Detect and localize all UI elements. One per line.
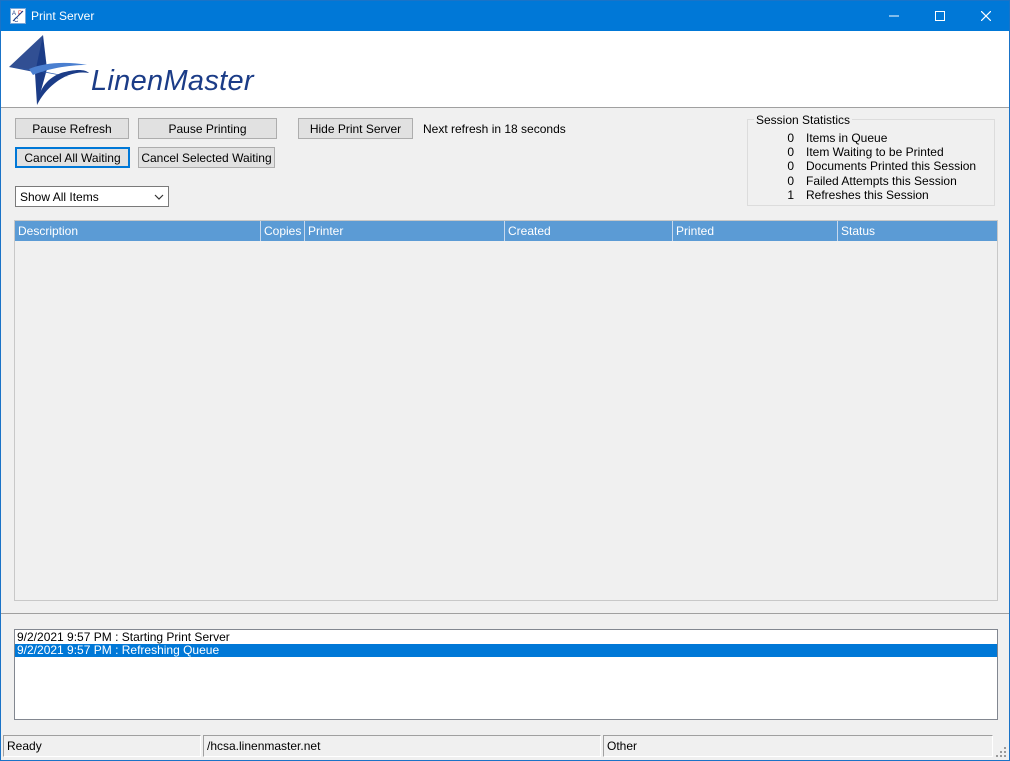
minimize-button[interactable] (871, 1, 917, 31)
stat-label: Refreshes this Session (806, 188, 929, 202)
item-filter-value: Show All Items (20, 190, 99, 204)
column-header-description[interactable]: Description (15, 221, 261, 241)
minimize-icon (889, 15, 899, 17)
title-bar[interactable]: A P C Print Server (1, 1, 1009, 31)
stat-value: 0 (787, 159, 794, 173)
column-header-created[interactable]: Created (505, 221, 673, 241)
stat-label: Failed Attempts this Session (806, 174, 957, 188)
pause-refresh-button[interactable]: Pause Refresh (15, 118, 129, 139)
stat-value: 0 (787, 174, 794, 188)
grid-header: Description Copies Printer Created Print… (15, 221, 997, 241)
status-ready: Ready (3, 735, 201, 757)
svg-text:A: A (12, 11, 16, 17)
refresh-countdown: Next refresh in 18 seconds (423, 122, 566, 136)
stat-label: Documents Printed this Session (806, 159, 977, 173)
hide-print-server-button[interactable]: Hide Print Server (298, 118, 413, 139)
stat-row: 0 Failed Attempts this Session (748, 174, 996, 188)
column-header-printer[interactable]: Printer (305, 221, 505, 241)
stat-label: Items in Queue (806, 131, 888, 145)
close-icon (981, 11, 991, 21)
stat-row: 0 Item Waiting to be Printed (748, 145, 996, 159)
stat-row: 1 Refreshes this Session (748, 188, 996, 202)
panel-splitter[interactable] (1, 613, 1009, 616)
status-other: Other (603, 735, 993, 757)
window-title: Print Server (31, 9, 95, 23)
stat-row: 0 Items in Queue (748, 131, 996, 145)
print-server-window: A P C Print Server LinenMaster Pause Ref (0, 0, 1010, 761)
brand-name: LinenMaster (91, 65, 254, 97)
item-filter-select[interactable]: Show All Items (15, 186, 169, 207)
column-header-copies[interactable]: Copies (261, 221, 305, 241)
maximize-icon (935, 11, 945, 21)
status-server: /hcsa.linenmaster.net (203, 735, 601, 757)
stat-value: 0 (787, 131, 794, 145)
cancel-all-waiting-button[interactable]: Cancel All Waiting (15, 147, 130, 168)
stat-label: Item Waiting to be Printed (806, 145, 944, 159)
star-logo-icon (9, 35, 89, 105)
session-statistics-title: Session Statistics (754, 113, 853, 127)
maximize-button[interactable] (917, 1, 963, 31)
log-entry-selected[interactable]: 9/2/2021 9:57 PM : Refreshing Queue (15, 644, 997, 657)
chevron-down-icon (154, 194, 164, 200)
column-header-printed[interactable]: Printed (673, 221, 838, 241)
column-header-status[interactable]: Status (838, 221, 997, 241)
app-icon[interactable]: A P C (10, 8, 26, 24)
pause-printing-button[interactable]: Pause Printing (138, 118, 277, 139)
stat-value: 0 (787, 145, 794, 159)
close-button[interactable] (963, 1, 1009, 31)
resize-grip-icon[interactable] (996, 747, 1006, 757)
stat-row: 0 Documents Printed this Session (748, 159, 996, 173)
logo-banner: LinenMaster (1, 31, 1009, 108)
print-queue-grid[interactable]: Description Copies Printer Created Print… (14, 220, 998, 601)
session-statistics-group: Session Statistics 0 Items in Queue 0 It… (747, 113, 996, 206)
activity-log-list[interactable]: 9/2/2021 9:57 PM : Starting Print Server… (14, 629, 998, 720)
stat-value: 1 (787, 188, 794, 202)
status-bar: Ready /hcsa.linenmaster.net Other (1, 733, 1009, 760)
cancel-selected-waiting-button[interactable]: Cancel Selected Waiting (138, 147, 275, 168)
